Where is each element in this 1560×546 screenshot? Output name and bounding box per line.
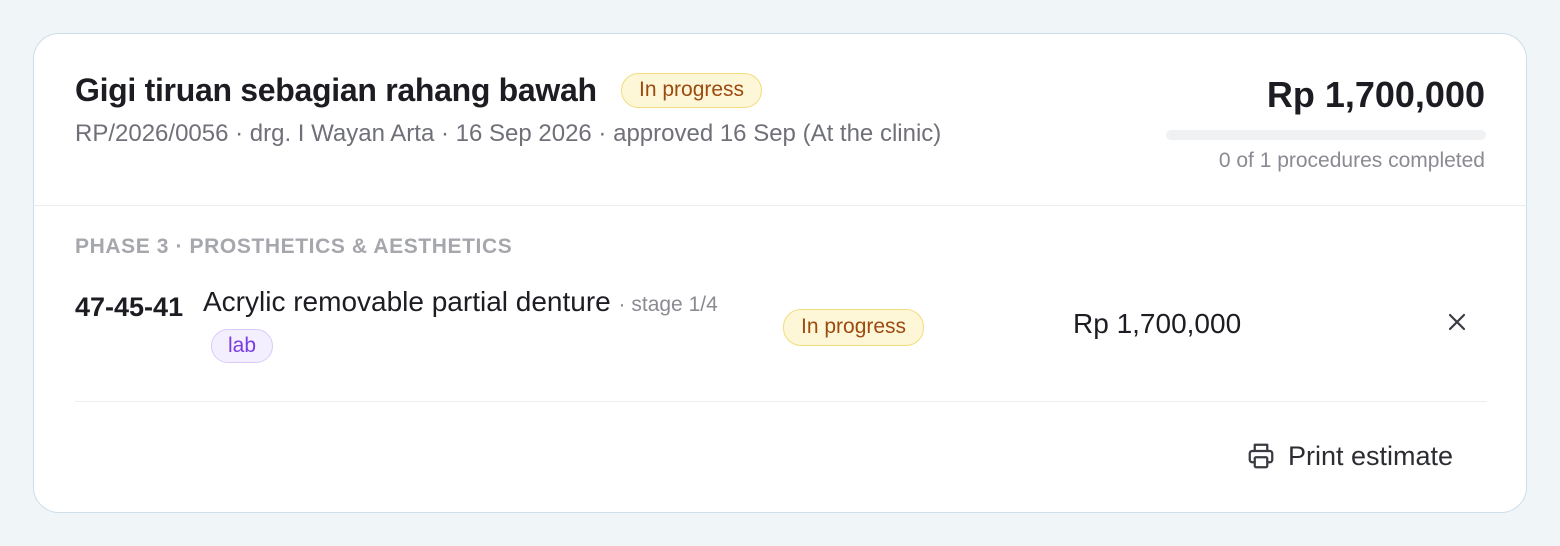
plan-status-badge: In progress xyxy=(621,73,763,108)
tooth-numbers: 47-45-41 xyxy=(75,292,184,322)
plan-header: Gigi tiruan sebagian rahang bawah In pro… xyxy=(34,34,1526,206)
plan-total: Rp 1,700,000 xyxy=(1266,74,1485,115)
procedure-price: Rp 1,700,000 xyxy=(1073,308,1242,339)
close-icon xyxy=(1448,313,1466,331)
plan-title: Gigi tiruan sebagian rahang bawah xyxy=(75,72,597,108)
treatment-plan-card: Gigi tiruan sebagian rahang bawah In pro… xyxy=(33,33,1527,513)
printer-icon xyxy=(1248,443,1274,469)
progress-text: 0 of 1 procedures completed xyxy=(1218,149,1485,172)
procedure-name: Acrylic removable partial denture xyxy=(203,286,611,317)
procedure-name-line: Acrylic removable partial denture · stag… xyxy=(203,286,718,318)
plan-meta: RP/2026/0056 · drg. I Wayan Arta · 16 Se… xyxy=(75,120,942,147)
procedures-progress-bar xyxy=(1166,130,1486,140)
procedure-row: 47-45-41 Acrylic removable partial dentu… xyxy=(75,282,1487,402)
procedure-status-badge: In progress xyxy=(783,309,925,346)
print-estimate-label: Print estimate xyxy=(1288,440,1454,471)
phase-label: PHASE 3 · PROSTHETICS & AESTHETICS xyxy=(75,235,513,258)
lab-tag: lab xyxy=(211,329,274,363)
print-estimate-button[interactable]: Print estimate xyxy=(1246,436,1453,476)
procedure-stage: · stage 1/4 xyxy=(618,293,718,316)
remove-procedure-button[interactable] xyxy=(1443,308,1471,336)
